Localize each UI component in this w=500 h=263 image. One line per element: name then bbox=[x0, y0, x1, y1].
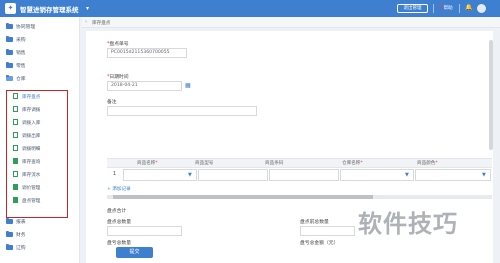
date-label: *日期时间 bbox=[107, 75, 129, 80]
avatar[interactable] bbox=[477, 4, 486, 13]
sidebar-item-finance[interactable]: 财务 bbox=[6, 230, 26, 240]
table-header: 商品名称* 商品型号 商品条码 仓库名称* 商品颜色* bbox=[107, 158, 492, 168]
folder-icon bbox=[6, 35, 13, 42]
remark-input[interactable] bbox=[107, 106, 257, 116]
product-barcode-cell[interactable] bbox=[269, 169, 339, 181]
column-header: 商品条码 bbox=[265, 161, 284, 166]
column-header: 商品型号 bbox=[195, 161, 214, 166]
breadcrumb-current: 库存盘点 bbox=[92, 21, 111, 26]
folder-icon bbox=[6, 217, 13, 224]
column-header: 商品名称* bbox=[137, 161, 158, 166]
field-label: 盘点前总数量 bbox=[300, 220, 329, 225]
row-index: 1 bbox=[113, 172, 117, 177]
folder-icon bbox=[6, 48, 13, 55]
calendar-icon[interactable]: ▦ bbox=[185, 82, 191, 89]
folder-icon bbox=[6, 61, 13, 68]
sidebar-item-retail[interactable]: 零售 bbox=[6, 61, 26, 71]
breadcrumb: ‹ 库存盘点 bbox=[82, 17, 500, 28]
horizontal-scrollbar[interactable] bbox=[107, 195, 492, 199]
divider bbox=[459, 4, 460, 13]
top-bar: ✦ 智慧进销存管理系统 ▾ 退出管理 ❓帮助 🔔 bbox=[0, 0, 500, 17]
folder-open-icon bbox=[6, 74, 13, 81]
submit-button[interactable]: 提交 bbox=[116, 247, 153, 258]
sidebar-item-collab[interactable]: 协同管理 bbox=[6, 22, 35, 32]
chevron-down-icon[interactable]: ▾ bbox=[86, 5, 89, 12]
column-header: 商品颜色* bbox=[417, 161, 438, 166]
order-no-input[interactable]: PC0015d2115360700055 bbox=[107, 48, 187, 58]
divider bbox=[433, 4, 434, 13]
sidebar-item-sales[interactable]: 销售 bbox=[6, 48, 26, 58]
scrollbar-thumb[interactable] bbox=[113, 195, 373, 199]
pre-count-input[interactable] bbox=[300, 226, 355, 236]
date-input[interactable]: 2018-04-21 bbox=[107, 81, 182, 91]
caret-down-icon[interactable]: ▼ bbox=[405, 172, 409, 178]
vertical-scrollbar[interactable] bbox=[489, 40, 493, 150]
folder-icon bbox=[6, 243, 13, 250]
sidebar-item-purchase[interactable]: 采购 bbox=[6, 35, 26, 45]
folder-icon bbox=[6, 22, 13, 29]
product-color-select[interactable] bbox=[415, 169, 491, 181]
remark-label: 备注 bbox=[107, 100, 117, 105]
add-record-link[interactable]: + 添加记录 bbox=[107, 186, 131, 192]
folder-icon bbox=[6, 230, 13, 237]
field-label: 盘亏总金额（元） bbox=[300, 241, 339, 246]
summary-title: 盘点合计 bbox=[107, 209, 127, 214]
app-logo-icon: ✦ bbox=[5, 3, 16, 14]
order-no-label: *盘点单号 bbox=[107, 42, 129, 47]
sidebar-item-other[interactable]: 辽购 bbox=[6, 243, 26, 253]
sidebar-item-reports[interactable]: 报表 bbox=[6, 217, 26, 227]
field-label: 盘点总数量 bbox=[107, 220, 131, 225]
product-name-select[interactable] bbox=[123, 169, 197, 181]
watermark: 软件技巧 bbox=[358, 210, 458, 238]
app-title: 智慧进销存管理系统 bbox=[20, 6, 79, 14]
loss-count-input[interactable] bbox=[107, 246, 110, 256]
product-model-cell[interactable] bbox=[198, 169, 268, 181]
highlight-box bbox=[6, 90, 68, 218]
help-link[interactable]: ❓帮助 bbox=[438, 5, 453, 11]
bell-icon[interactable]: 🔔 bbox=[465, 4, 472, 11]
column-header: 仓库名称* bbox=[342, 161, 363, 166]
total-count-input[interactable] bbox=[107, 226, 182, 236]
back-arrow-icon[interactable]: ‹ bbox=[85, 19, 87, 25]
field-label: 盘亏总数量 bbox=[107, 241, 131, 246]
caret-down-icon[interactable]: ▼ bbox=[482, 172, 486, 178]
exit-management-button[interactable]: 退出管理 bbox=[397, 4, 428, 13]
sidebar-item-warehouse[interactable]: 仓库 bbox=[6, 74, 26, 84]
warehouse-select[interactable] bbox=[340, 169, 414, 181]
caret-down-icon[interactable]: ▼ bbox=[188, 172, 192, 178]
sidebar: 协同管理 采购 销售 零售 仓库 库存盘点 库存调拨 调拨入库 调拨出库 调拨明… bbox=[0, 17, 80, 263]
